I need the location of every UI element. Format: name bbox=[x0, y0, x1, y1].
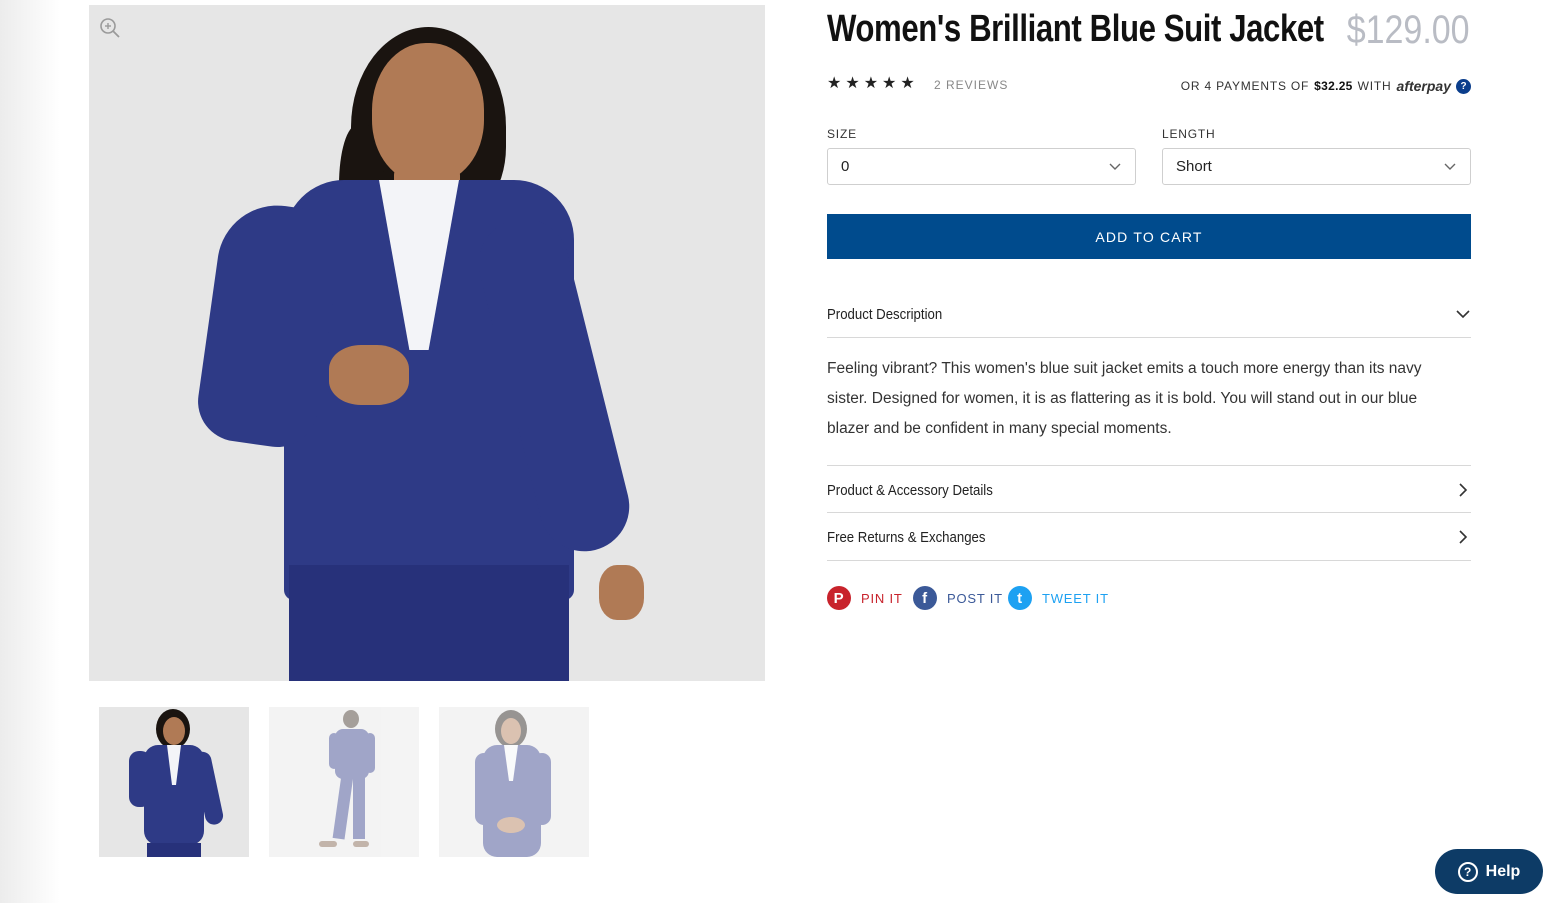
chevron-down-icon bbox=[1456, 310, 1470, 319]
accordion-product-description[interactable]: Product Description bbox=[827, 302, 1471, 326]
thumbnail-front-image bbox=[129, 709, 224, 857]
twitter-icon: t bbox=[1008, 586, 1032, 610]
facebook-icon: f bbox=[913, 586, 937, 610]
rating-stars[interactable]: ★ ★ ★ ★ ★ bbox=[827, 76, 915, 92]
accordion-title: Product & Accessory Details bbox=[827, 481, 993, 499]
afterpay-info: OR 4 PAYMENTS OF $32.25 WITH afterpay ? bbox=[1181, 78, 1471, 94]
size-label: SIZE bbox=[827, 127, 857, 141]
thumbnail-hands-clasped-image bbox=[475, 710, 551, 857]
chevron-right-icon bbox=[1459, 483, 1468, 497]
product-title: Women's Brilliant Blue Suit Jacket bbox=[827, 8, 1324, 50]
length-select[interactable]: Short bbox=[1162, 148, 1471, 185]
share-facebook-label: POST IT bbox=[947, 590, 1003, 606]
star-icon: ★ bbox=[900, 75, 915, 92]
star-icon: ★ bbox=[882, 75, 897, 92]
share-twitter[interactable]: t TWEET IT bbox=[1008, 586, 1109, 610]
star-icon: ★ bbox=[863, 75, 879, 92]
accordion-title: Free Returns & Exchanges bbox=[827, 528, 986, 546]
divider bbox=[827, 465, 1471, 466]
help-icon: ? bbox=[1457, 861, 1478, 882]
add-to-cart-button[interactable]: ADD TO CART bbox=[827, 214, 1471, 259]
help-label: Help bbox=[1485, 862, 1521, 880]
share-pinterest-label: PIN IT bbox=[861, 590, 903, 606]
divider bbox=[827, 560, 1471, 561]
afterpay-amount: $32.25 bbox=[1314, 79, 1353, 93]
main-product-image[interactable] bbox=[89, 5, 765, 681]
thumbnail-full-length[interactable] bbox=[269, 707, 419, 857]
share-facebook[interactable]: f POST IT bbox=[913, 586, 1003, 610]
thumbnail-hands-clasped[interactable] bbox=[439, 707, 589, 857]
afterpay-logo: afterpay bbox=[1396, 78, 1451, 94]
model-figure bbox=[89, 5, 765, 681]
share-twitter-label: TWEET IT bbox=[1042, 590, 1109, 606]
size-select[interactable]: 0 bbox=[827, 148, 1136, 185]
afterpay-help-icon[interactable]: ? bbox=[1456, 78, 1471, 94]
help-widget-button[interactable]: ? Help bbox=[1435, 849, 1543, 894]
thumbnail-full-length-image bbox=[319, 710, 375, 847]
thumbnail-front[interactable] bbox=[99, 707, 249, 857]
accordion-title: Product Description bbox=[827, 305, 943, 323]
left-edge-shadow bbox=[0, 0, 60, 903]
chevron-down-icon bbox=[1109, 163, 1121, 170]
star-icon: ★ bbox=[845, 75, 860, 92]
chevron-right-icon bbox=[1459, 530, 1468, 544]
reviews-link[interactable]: 2 REVIEWS bbox=[934, 78, 1008, 92]
length-value: Short bbox=[1176, 158, 1212, 175]
pinterest-icon: P bbox=[827, 586, 851, 610]
divider bbox=[827, 337, 1471, 338]
product-price: $129.00 bbox=[1347, 8, 1470, 52]
product-description-text: Feeling vibrant? This women's blue suit … bbox=[827, 360, 1422, 437]
divider bbox=[827, 512, 1471, 513]
afterpay-with: WITH bbox=[1357, 79, 1392, 93]
length-label: LENGTH bbox=[1162, 127, 1216, 141]
afterpay-prefix: OR 4 PAYMENTS OF bbox=[1180, 79, 1310, 93]
accordion-free-returns[interactable]: Free Returns & Exchanges bbox=[827, 525, 1471, 549]
share-pinterest[interactable]: P PIN IT bbox=[827, 586, 903, 610]
size-value: 0 bbox=[841, 158, 850, 175]
accordion-product-details[interactable]: Product & Accessory Details bbox=[827, 478, 1471, 502]
star-icon: ★ bbox=[827, 75, 842, 92]
chevron-down-icon bbox=[1444, 163, 1456, 170]
